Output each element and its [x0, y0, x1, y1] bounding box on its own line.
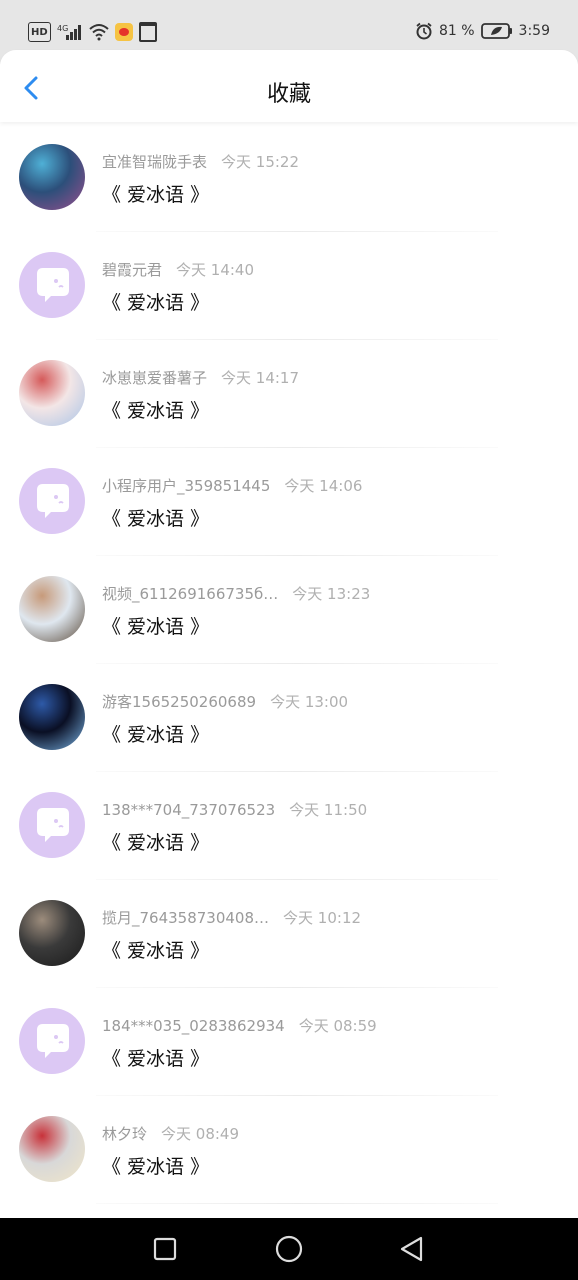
recent-apps-button[interactable]	[151, 1235, 179, 1263]
user-name[interactable]: 揽月_764358730408…	[102, 909, 269, 927]
page-header: 收藏	[0, 50, 578, 122]
chat-bubble-icon	[37, 484, 69, 518]
battery-icon	[480, 22, 513, 40]
avatar[interactable]	[19, 252, 85, 318]
list-item[interactable]: 视频_611269166735б… 今天 13:23 《 爱冰语 》	[0, 556, 578, 664]
favorite-title[interactable]: 《 爱冰语 》	[102, 180, 209, 207]
battery-percent: 81 %	[438, 23, 475, 39]
user-name[interactable]: 碧霞元君	[102, 261, 162, 279]
status-time: 3:59	[518, 23, 550, 39]
avatar[interactable]	[19, 900, 85, 966]
back-nav-button[interactable]	[398, 1235, 426, 1263]
alarm-icon	[415, 22, 433, 40]
home-button[interactable]	[275, 1235, 303, 1263]
user-name[interactable]: 视频_611269166735б…	[102, 585, 278, 603]
favorite-title[interactable]: 《 爱冰语 》	[102, 396, 209, 423]
user-name[interactable]: 游客1565250260689	[102, 693, 256, 711]
timestamp: 今天 14:17	[221, 369, 300, 387]
list-item[interactable]: 林夕玲 今天 08:49 《 爱冰语 》	[0, 1096, 578, 1204]
favorites-list: 宜准智瑞陇手表 今天 15:22 《 爱冰语 》碧霞元君 今天 14:40 《 爱冰语 …	[0, 124, 578, 1204]
item-header: 游客1565250260689 今天 13:00	[102, 691, 348, 712]
avatar[interactable]	[19, 1008, 85, 1074]
avatar[interactable]	[19, 144, 85, 210]
favorite-title[interactable]: 《 爱冰语 》	[102, 720, 209, 747]
system-nav-bar	[0, 1218, 578, 1280]
timestamp: 今天 08:49	[161, 1125, 240, 1143]
wifi-icon	[89, 23, 109, 41]
favorite-title[interactable]: 《 爱冰语 》	[102, 288, 209, 315]
favorite-title[interactable]: 《 爱冰语 》	[102, 1044, 209, 1071]
list-item[interactable]: 游客1565250260689 今天 13:00 《 爱冰语 》	[0, 664, 578, 772]
chat-bubble-icon	[37, 1024, 69, 1058]
avatar[interactable]	[19, 792, 85, 858]
avatar[interactable]	[19, 684, 85, 750]
item-header: 揽月_764358730408… 今天 10:12	[102, 907, 361, 928]
timestamp: 今天 11:50	[289, 801, 368, 819]
triangle-back-icon	[400, 1236, 423, 1262]
user-name[interactable]: 宜准智瑞陇手表	[102, 153, 207, 171]
item-header: 宜准智瑞陇手表 今天 15:22	[102, 151, 299, 172]
chat-bubble-icon	[37, 268, 69, 302]
favorite-title[interactable]: 《 爱冰语 》	[102, 936, 209, 963]
user-name[interactable]: 林夕玲	[102, 1125, 147, 1143]
calendar-icon	[138, 22, 157, 42]
weibo-icon	[114, 23, 133, 41]
item-header: 冰崽崽爱番薯子 今天 14:17	[102, 367, 299, 388]
avatar[interactable]	[19, 360, 85, 426]
timestamp: 今天 10:12	[283, 909, 362, 927]
favorite-title[interactable]: 《 爱冰语 》	[102, 828, 209, 855]
favorite-title[interactable]: 《 爱冰语 》	[102, 612, 209, 639]
signal-icon: 4G	[57, 23, 83, 41]
page-title: 收藏	[266, 82, 311, 107]
favorite-title[interactable]: 《 爱冰语 》	[102, 1152, 209, 1179]
avatar[interactable]	[19, 576, 85, 642]
timestamp: 今天 13:23	[292, 585, 371, 603]
avatar[interactable]	[19, 468, 85, 534]
user-name[interactable]: 小程序用户_359851445	[102, 477, 270, 495]
item-header: 小程序用户_359851445 今天 14:06	[102, 475, 362, 496]
favorite-title[interactable]: 《 爱冰语 》	[102, 504, 209, 531]
list-item[interactable]: 冰崽崽爱番薯子 今天 14:17 《 爱冰语 》	[0, 340, 578, 448]
svg-text:4G: 4G	[57, 24, 68, 33]
divider	[96, 1203, 498, 1204]
square-icon	[153, 1237, 177, 1261]
item-header: 林夕玲 今天 08:49	[102, 1123, 239, 1144]
list-item[interactable]: 宜准智瑞陇手表 今天 15:22 《 爱冰语 》	[0, 124, 578, 232]
timestamp: 今天 13:00	[270, 693, 349, 711]
timestamp: 今天 14:40	[176, 261, 255, 279]
user-name[interactable]: 184***035_0283862934	[102, 1017, 285, 1035]
avatar[interactable]	[19, 1116, 85, 1182]
item-header: 碧霞元君 今天 14:40	[102, 259, 254, 280]
list-item[interactable]: 碧霞元君 今天 14:40 《 爱冰语 》	[0, 232, 578, 340]
chat-bubble-icon	[37, 808, 69, 842]
list-item[interactable]: 揽月_764358730408… 今天 10:12 《 爱冰语 》	[0, 880, 578, 988]
list-item[interactable]: 138***704_737076523 今天 11:50 《 爱冰语 》	[0, 772, 578, 880]
item-header: 184***035_0283862934 今天 08:59	[102, 1015, 377, 1036]
list-item[interactable]: 小程序用户_359851445 今天 14:06 《 爱冰语 》	[0, 448, 578, 556]
hd-icon: HD	[28, 22, 51, 42]
circle-icon	[275, 1235, 303, 1263]
timestamp: 今天 14:06	[284, 477, 363, 495]
item-header: 138***704_737076523 今天 11:50	[102, 799, 367, 820]
timestamp: 今天 15:22	[221, 153, 300, 171]
user-name[interactable]: 冰崽崽爱番薯子	[102, 369, 207, 387]
timestamp: 今天 08:59	[298, 1017, 377, 1035]
user-name[interactable]: 138***704_737076523	[102, 801, 275, 819]
item-header: 视频_611269166735б… 今天 13:23	[102, 583, 370, 604]
list-item[interactable]: 184***035_0283862934 今天 08:59 《 爱冰语 》	[0, 988, 578, 1096]
